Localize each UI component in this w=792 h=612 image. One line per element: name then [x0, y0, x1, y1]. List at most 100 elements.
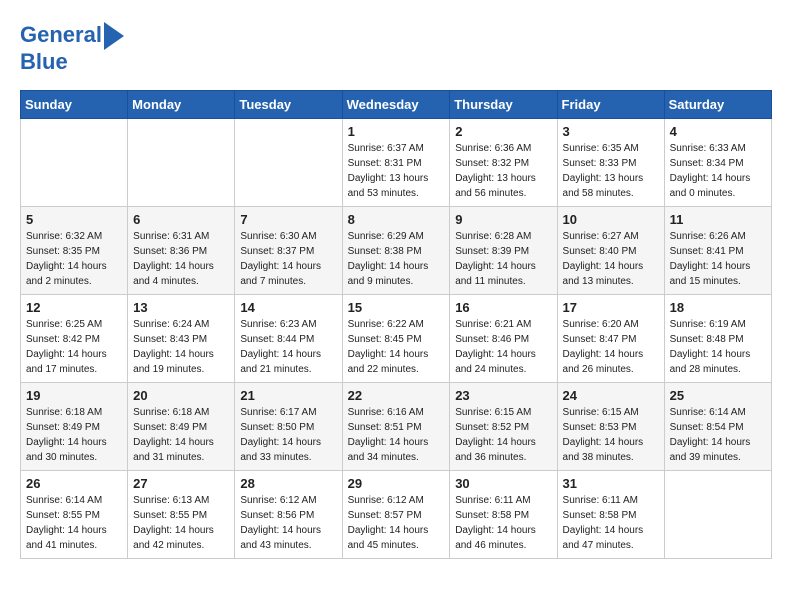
day-info: Sunrise: 6:35 AM Sunset: 8:33 PM Dayligh… [563, 141, 659, 201]
logo: General Blue [20, 20, 124, 74]
day-info: Sunrise: 6:23 AM Sunset: 8:44 PM Dayligh… [240, 317, 336, 377]
calendar-cell: 23 Sunrise: 6:15 AM Sunset: 8:52 PM Dayli… [450, 383, 557, 471]
calendar-cell: 16Sunrise: 6:21 AM Sunset: 8:46 PM Dayli… [450, 295, 557, 383]
day-number: 5 [26, 212, 122, 227]
calendar-week-row: 5 Sunrise: 6:32 AM Sunset: 8:35 PM Daylig… [21, 207, 772, 295]
day-info: Sunrise: 6:18 AM Sunset: 8:49 PM Dayligh… [133, 405, 229, 465]
calendar-cell [128, 119, 235, 207]
calendar-cell [235, 119, 342, 207]
calendar-cell: 10 Sunrise: 6:27 AM Sunset: 8:40 PM Dayli… [557, 207, 664, 295]
day-number: 29 [348, 476, 445, 491]
day-number: 10 [563, 212, 659, 227]
calendar-cell: 21 Sunrise: 6:17 AM Sunset: 8:50 PM Dayli… [235, 383, 342, 471]
calendar-cell: 11 Sunrise: 6:26 AM Sunset: 8:41 PM Dayli… [664, 207, 771, 295]
calendar-cell [664, 471, 771, 559]
calendar-cell: 19 Sunrise: 6:18 AM Sunset: 8:49 PM Dayli… [21, 383, 128, 471]
day-number: 15 [348, 300, 445, 315]
day-info: Sunrise: 6:37 AM Sunset: 8:31 PM Dayligh… [348, 141, 445, 201]
day-number: 24 [563, 388, 659, 403]
calendar-week-row: 19 Sunrise: 6:18 AM Sunset: 8:49 PM Dayli… [21, 383, 772, 471]
calendar-week-row: 26Sunrise: 6:14 AM Sunset: 8:55 PM Dayli… [21, 471, 772, 559]
day-info: Sunrise: 6:28 AM Sunset: 8:39 PM Dayligh… [455, 229, 551, 289]
day-number: 23 [455, 388, 551, 403]
day-info: Sunrise: 6:16 AM Sunset: 8:51 PM Dayligh… [348, 405, 445, 465]
day-info: Sunrise: 6:22 AM Sunset: 8:45 PM Dayligh… [348, 317, 445, 377]
day-info: Sunrise: 6:19 AM Sunset: 8:48 PM Dayligh… [670, 317, 766, 377]
day-number: 21 [240, 388, 336, 403]
day-info: Sunrise: 6:36 AM Sunset: 8:32 PM Dayligh… [455, 141, 551, 201]
calendar-cell: 29 Sunrise: 6:12 AM Sunset: 8:57 PM Dayli… [342, 471, 450, 559]
day-header-wednesday: Wednesday [342, 91, 450, 119]
day-number: 27 [133, 476, 229, 491]
calendar-cell: 13 Sunrise: 6:24 AM Sunset: 8:43 PM Dayli… [128, 295, 235, 383]
day-header-friday: Friday [557, 91, 664, 119]
calendar-cell: 2 Sunrise: 6:36 AM Sunset: 8:32 PM Daylig… [450, 119, 557, 207]
day-info: Sunrise: 6:25 AM Sunset: 8:42 PM Dayligh… [26, 317, 122, 377]
day-info: Sunrise: 6:30 AM Sunset: 8:37 PM Dayligh… [240, 229, 336, 289]
day-number: 22 [348, 388, 445, 403]
calendar-cell [21, 119, 128, 207]
day-header-tuesday: Tuesday [235, 91, 342, 119]
calendar-week-row: 12 Sunrise: 6:25 AM Sunset: 8:42 PM Dayli… [21, 295, 772, 383]
day-info: Sunrise: 6:15 AM Sunset: 8:52 PM Dayligh… [455, 405, 551, 465]
calendar-cell: 22 Sunrise: 6:16 AM Sunset: 8:51 PM Dayli… [342, 383, 450, 471]
calendar-cell: 24 Sunrise: 6:15 AM Sunset: 8:53 PM Dayli… [557, 383, 664, 471]
calendar-cell: 12 Sunrise: 6:25 AM Sunset: 8:42 PM Dayli… [21, 295, 128, 383]
day-info: Sunrise: 6:14 AM Sunset: 8:54 PM Dayligh… [670, 405, 766, 465]
calendar-cell: 5 Sunrise: 6:32 AM Sunset: 8:35 PM Daylig… [21, 207, 128, 295]
day-number: 11 [670, 212, 766, 227]
day-header-thursday: Thursday [450, 91, 557, 119]
day-number: 19 [26, 388, 122, 403]
day-info: Sunrise: 6:32 AM Sunset: 8:35 PM Dayligh… [26, 229, 122, 289]
day-number: 13 [133, 300, 229, 315]
day-number: 20 [133, 388, 229, 403]
day-info: Sunrise: 6:21 AM Sunset: 8:46 PM Dayligh… [455, 317, 551, 377]
day-header-monday: Monday [128, 91, 235, 119]
day-info: Sunrise: 6:20 AM Sunset: 8:47 PM Dayligh… [563, 317, 659, 377]
day-info: Sunrise: 6:24 AM Sunset: 8:43 PM Dayligh… [133, 317, 229, 377]
calendar-cell: 7Sunrise: 6:30 AM Sunset: 8:37 PM Daylig… [235, 207, 342, 295]
day-info: Sunrise: 6:17 AM Sunset: 8:50 PM Dayligh… [240, 405, 336, 465]
day-info: Sunrise: 6:11 AM Sunset: 8:58 PM Dayligh… [455, 493, 551, 553]
calendar-cell: 9 Sunrise: 6:28 AM Sunset: 8:39 PM Daylig… [450, 207, 557, 295]
calendar-cell: 28Sunrise: 6:12 AM Sunset: 8:56 PM Dayli… [235, 471, 342, 559]
calendar-cell: 8 Sunrise: 6:29 AM Sunset: 8:38 PM Daylig… [342, 207, 450, 295]
calendar-cell: 30 Sunrise: 6:11 AM Sunset: 8:58 PM Dayli… [450, 471, 557, 559]
calendar-header-row: SundayMondayTuesdayWednesdayThursdayFrid… [21, 91, 772, 119]
calendar-week-row: 1Sunrise: 6:37 AM Sunset: 8:31 PM Daylig… [21, 119, 772, 207]
day-info: Sunrise: 6:18 AM Sunset: 8:49 PM Dayligh… [26, 405, 122, 465]
calendar-cell: 20 Sunrise: 6:18 AM Sunset: 8:49 PM Dayli… [128, 383, 235, 471]
logo-general: General [20, 22, 102, 47]
page-header: General Blue [20, 20, 772, 74]
logo-text: General [20, 23, 102, 47]
day-number: 12 [26, 300, 122, 315]
day-info: Sunrise: 6:31 AM Sunset: 8:36 PM Dayligh… [133, 229, 229, 289]
calendar-cell: 15 Sunrise: 6:22 AM Sunset: 8:45 PM Dayli… [342, 295, 450, 383]
calendar-cell: 31Sunrise: 6:11 AM Sunset: 8:58 PM Dayli… [557, 471, 664, 559]
calendar-cell: 14Sunrise: 6:23 AM Sunset: 8:44 PM Dayli… [235, 295, 342, 383]
calendar-cell: 27 Sunrise: 6:13 AM Sunset: 8:55 PM Dayli… [128, 471, 235, 559]
day-info: Sunrise: 6:11 AM Sunset: 8:58 PM Dayligh… [563, 493, 659, 553]
calendar-cell: 4Sunrise: 6:33 AM Sunset: 8:34 PM Daylig… [664, 119, 771, 207]
day-number: 30 [455, 476, 551, 491]
day-number: 6 [133, 212, 229, 227]
day-info: Sunrise: 6:26 AM Sunset: 8:41 PM Dayligh… [670, 229, 766, 289]
day-number: 2 [455, 124, 551, 139]
day-number: 25 [670, 388, 766, 403]
day-info: Sunrise: 6:27 AM Sunset: 8:40 PM Dayligh… [563, 229, 659, 289]
calendar-cell: 17 Sunrise: 6:20 AM Sunset: 8:47 PM Dayli… [557, 295, 664, 383]
day-number: 17 [563, 300, 659, 315]
day-number: 9 [455, 212, 551, 227]
day-number: 4 [670, 124, 766, 139]
day-number: 8 [348, 212, 445, 227]
day-info: Sunrise: 6:29 AM Sunset: 8:38 PM Dayligh… [348, 229, 445, 289]
day-info: Sunrise: 6:12 AM Sunset: 8:57 PM Dayligh… [348, 493, 445, 553]
calendar-cell: 3 Sunrise: 6:35 AM Sunset: 8:33 PM Daylig… [557, 119, 664, 207]
day-info: Sunrise: 6:12 AM Sunset: 8:56 PM Dayligh… [240, 493, 336, 553]
calendar-cell: 18Sunrise: 6:19 AM Sunset: 8:48 PM Dayli… [664, 295, 771, 383]
day-number: 3 [563, 124, 659, 139]
day-info: Sunrise: 6:13 AM Sunset: 8:55 PM Dayligh… [133, 493, 229, 553]
day-info: Sunrise: 6:15 AM Sunset: 8:53 PM Dayligh… [563, 405, 659, 465]
calendar-table: SundayMondayTuesdayWednesdayThursdayFrid… [20, 90, 772, 559]
day-info: Sunrise: 6:14 AM Sunset: 8:55 PM Dayligh… [26, 493, 122, 553]
